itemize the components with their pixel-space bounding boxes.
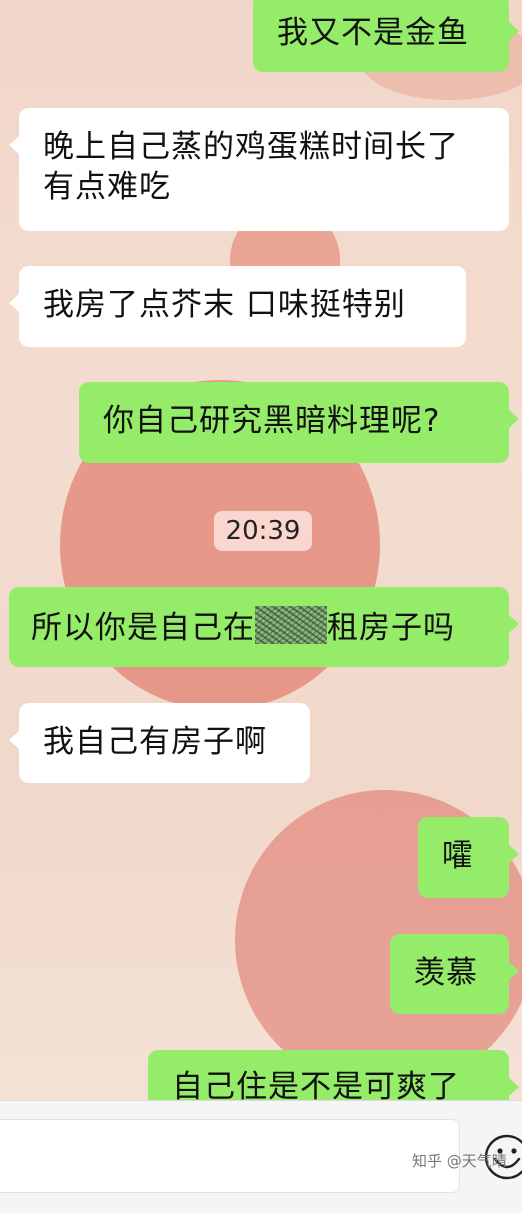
message-bubble[interactable]: 羡慕 <box>390 934 519 1014</box>
timestamp: 20:39 <box>214 511 312 551</box>
message-text: 羡慕 <box>414 955 478 991</box>
watermark: 知乎 @天气晴 <box>412 1152 507 1170</box>
message-text: 我自己有房子啊 <box>43 724 267 760</box>
message-bubble[interactable]: 所以你是自己在 租房子吗 <box>9 587 519 667</box>
redacted-region <box>255 606 327 644</box>
message-text: 自己住是不是可爽了 <box>172 1069 460 1100</box>
message-text: 租房子吗 <box>327 610 455 646</box>
message-list[interactable]: 我又不是金鱼 晚上自己蒸的鸡蛋糕时间长了有点难吃 我房了点芥末 口味挺特别 你自… <box>0 0 522 1100</box>
message-text: 我房了点芥末 口味挺特别 <box>43 287 406 323</box>
message-bubble[interactable]: 我自己有房子啊 <box>9 703 310 783</box>
message-bubble[interactable]: 晚上自己蒸的鸡蛋糕时间长了有点难吃 <box>9 108 509 231</box>
message-text: 我又不是金鱼 <box>277 15 469 51</box>
timestamp-text: 20:39 <box>225 516 301 546</box>
message-bubble[interactable]: 自己住是不是可爽了 <box>148 1050 519 1100</box>
message-bubble[interactable]: 我房了点芥末 口味挺特别 <box>9 266 466 347</box>
message-input[interactable] <box>0 1119 460 1193</box>
message-text: 晚上自己蒸的鸡蛋糕时间长了有点难吃 <box>43 129 459 205</box>
message-bubble[interactable]: 嚯 <box>418 817 519 898</box>
message-bubble[interactable]: 你自己研究黑暗料理呢? <box>79 382 519 463</box>
message-text: 嚯 <box>442 838 474 874</box>
message-text: 你自己研究黑暗料理呢? <box>103 403 441 439</box>
message-text: 所以你是自己在 <box>31 610 255 646</box>
message-bubble[interactable]: 我又不是金鱼 <box>253 0 519 72</box>
